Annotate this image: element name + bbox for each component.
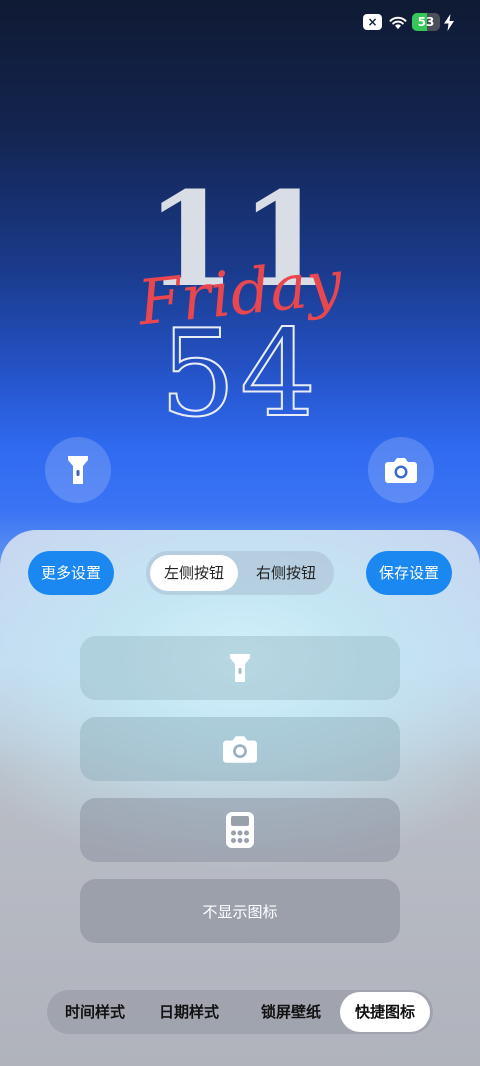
tab-date-style[interactable]: 日期样式 <box>144 992 234 1032</box>
flashlight-icon <box>230 654 250 682</box>
left-shortcut-button[interactable] <box>45 437 111 503</box>
option-calculator[interactable] <box>80 798 400 862</box>
notification-close-icon: × <box>363 14 382 30</box>
battery-indicator: 53 <box>412 13 440 31</box>
lockscreen-clock: 11 54 Friday <box>0 170 480 440</box>
option-flashlight[interactable] <box>80 636 400 700</box>
more-settings-button[interactable]: 更多设置 <box>28 551 114 595</box>
status-bar: × 53 <box>0 0 480 44</box>
right-shortcut-button[interactable] <box>368 437 434 503</box>
save-settings-button[interactable]: 保存设置 <box>366 551 452 595</box>
option-no-icon-label: 不显示图标 <box>202 902 278 921</box>
tab-shortcut-icons[interactable]: 快捷图标 <box>340 992 430 1032</box>
flashlight-icon <box>68 456 88 484</box>
camera-icon <box>223 736 257 763</box>
battery-level: 53 <box>417 15 435 29</box>
option-camera[interactable] <box>80 717 400 781</box>
segment-right-button[interactable]: 右侧按钮 <box>242 555 330 591</box>
camera-icon <box>385 458 417 483</box>
wifi-icon <box>389 16 407 30</box>
button-side-segmented-control: 左侧按钮 右侧按钮 <box>146 551 334 595</box>
option-no-icon[interactable]: 不显示图标 <box>80 879 400 943</box>
tab-lockscreen-wallpaper[interactable]: 锁屏壁纸 <box>246 992 336 1032</box>
tab-time-style[interactable]: 时间样式 <box>50 992 140 1032</box>
calculator-icon <box>226 812 254 848</box>
bottom-tab-bar: 时间样式 日期样式 锁屏壁纸 快捷图标 <box>47 990 433 1034</box>
shortcut-settings-panel: 更多设置 左侧按钮 右侧按钮 保存设置 不显示图标 时间样式 日期样式 锁屏壁纸… <box>0 530 480 1066</box>
segment-left-button[interactable]: 左侧按钮 <box>150 555 238 591</box>
charging-bolt-icon <box>444 14 454 31</box>
